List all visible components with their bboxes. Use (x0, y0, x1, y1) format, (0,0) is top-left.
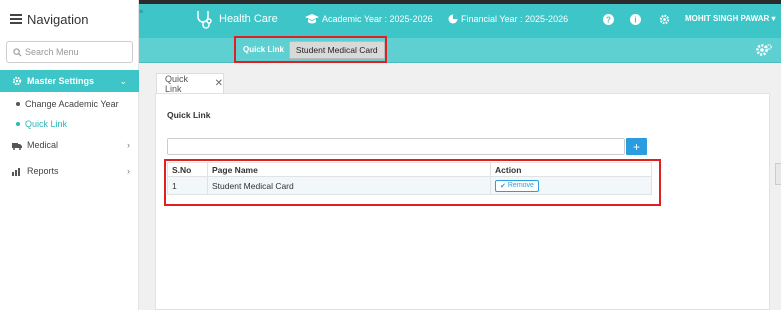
dropdown-caret-icon: ▾ (769, 14, 776, 23)
sidebar-item-quick-link[interactable]: Quick Link (16, 119, 67, 129)
user-name: MOHIT SINGH PAWAR (685, 14, 770, 23)
sidebar-item-reports[interactable]: Reports › (12, 166, 130, 176)
cell-action: ✔ Remove (490, 176, 652, 195)
menu-item-label: Reports (27, 166, 59, 176)
quick-link-highlight: Quick Link Student Medical Card (234, 36, 387, 63)
brand-name: Health Care (219, 13, 278, 25)
pie-chart-icon (448, 14, 458, 24)
navigation-title: Navigation (27, 11, 89, 27)
column-header: Action (490, 162, 652, 177)
side-panel-toggle[interactable] (775, 163, 781, 185)
cell-page-name: Student Medical Card (207, 176, 491, 195)
cell-sno: 1 (167, 176, 208, 195)
quick-link-label: Quick Link (243, 45, 284, 54)
bullet-icon (16, 122, 20, 126)
panel-title: Quick Link (167, 110, 211, 120)
search-menu-input[interactable]: Search Menu (6, 41, 133, 63)
financial-year[interactable]: Financial Year : 2025-2026 (448, 14, 568, 24)
tab-quick-link[interactable]: Quick Link ✕ (156, 73, 224, 94)
student-medical-card-button[interactable]: Student Medical Card (288, 40, 385, 59)
menu-item-label: Medical (27, 140, 59, 150)
user-menu[interactable]: MOHIT SINGH PAWAR ▾ (685, 14, 776, 23)
column-header: Page Name (207, 162, 491, 177)
remove-label: Remove (507, 182, 534, 189)
svg-text:i: i (634, 16, 636, 25)
sub-item-label: Change Academic Year (25, 99, 119, 109)
remove-button[interactable]: ✔ Remove (495, 179, 539, 192)
stethoscope-logo-icon (197, 11, 212, 29)
settings-gear-icon[interactable] (755, 43, 773, 57)
search-icon (13, 47, 22, 56)
quick-link-select[interactable] (167, 138, 625, 155)
sidebar-item-change-academic-year[interactable]: Change Academic Year (16, 99, 119, 109)
chevron-right-icon: › (127, 166, 130, 176)
master-settings-label: Master Settings (27, 76, 95, 86)
svg-text:?: ? (606, 16, 611, 25)
academic-year[interactable]: Academic Year : 2025-2026 (305, 14, 433, 24)
settings-icon[interactable] (659, 14, 670, 25)
tab-label: Quick Link (165, 73, 189, 94)
bullet-icon (16, 102, 20, 106)
chevron-right-icon: › (127, 140, 130, 150)
sidebar-item-medical[interactable]: Medical › (12, 140, 130, 150)
check-icon: ✔ (500, 182, 506, 190)
top-header: ≡ Health Care Academic Year : 2025-2026 … (139, 0, 781, 38)
academic-year-label: Academic Year : 2025-2026 (322, 14, 433, 24)
sidebar-item-master-settings[interactable]: Master Settings ⌄ (0, 70, 139, 92)
collapse-handle-icon[interactable]: ≡ (139, 9, 145, 16)
financial-year-label: Financial Year : 2025-2026 (461, 14, 569, 24)
gear-icon (12, 76, 22, 86)
column-header: S.No (167, 162, 208, 177)
graduation-cap-icon (305, 14, 319, 24)
bar-chart-icon (12, 167, 22, 176)
top-dark-strip (139, 0, 781, 4)
ambulance-icon (12, 141, 22, 150)
table-row: 1 Student Medical Card ✔ Remove (167, 176, 652, 195)
chevron-down-icon: ⌄ (119, 75, 127, 86)
help-icon[interactable]: ? (603, 14, 614, 25)
hamburger-icon[interactable] (10, 14, 22, 24)
sidebar: Navigation Search Menu Master Settings ⌄… (0, 0, 139, 310)
add-button[interactable]: + (626, 138, 647, 155)
close-icon[interactable]: ✕ (215, 78, 223, 89)
info-icon[interactable]: i (630, 14, 641, 25)
quick-link-table: S.No Page Name Action 1 Student Medical … (167, 162, 652, 195)
sub-item-label: Quick Link (25, 119, 68, 129)
table-header-row: S.No Page Name Action (167, 162, 652, 177)
brand: Health Care (194, 9, 278, 29)
navigation-header: Navigation (0, 0, 138, 38)
search-placeholder: Search Menu (25, 47, 79, 57)
